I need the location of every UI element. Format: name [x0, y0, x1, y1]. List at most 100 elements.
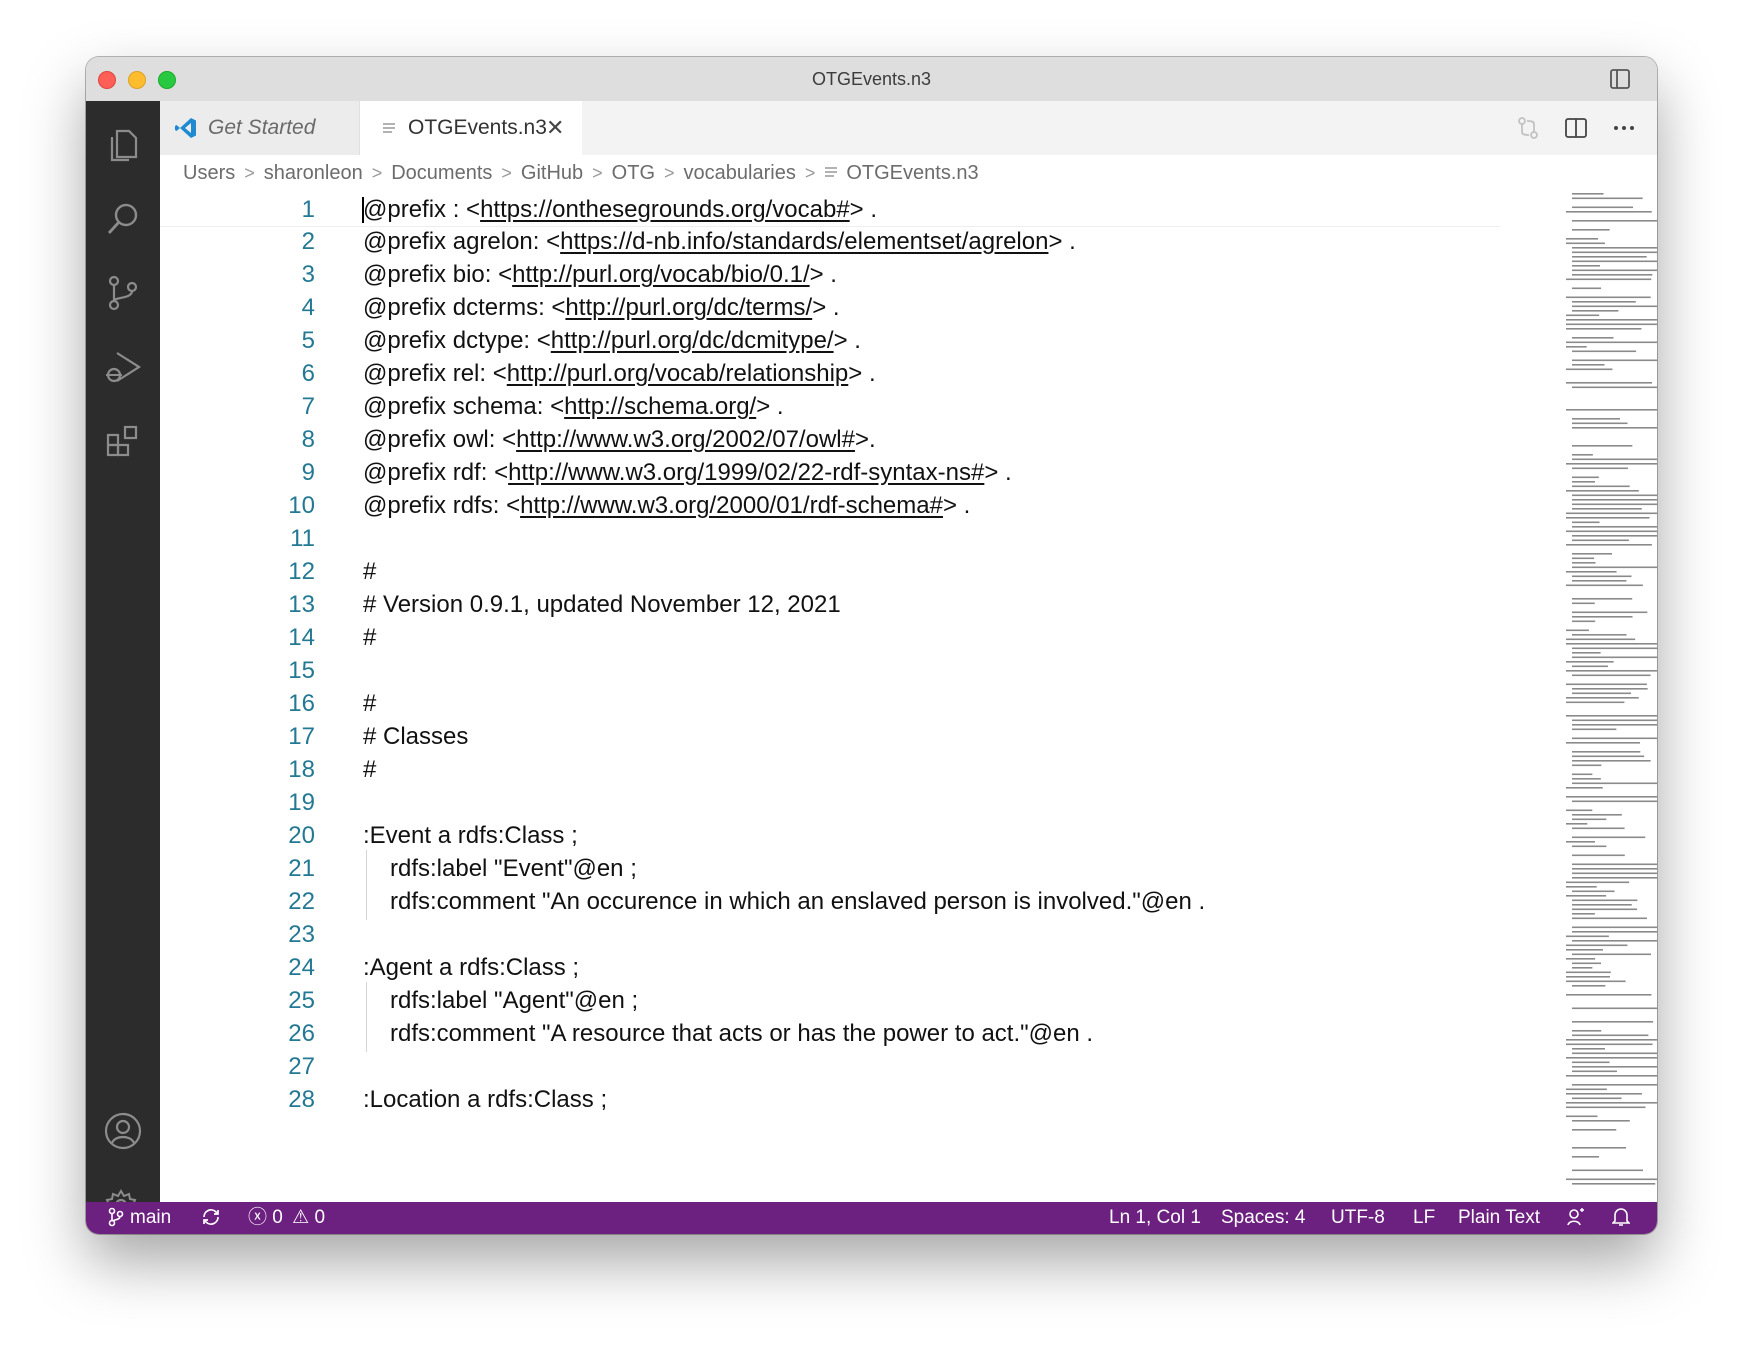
explorer-icon[interactable] — [103, 125, 143, 165]
language-mode-status[interactable]: Plain Text — [1458, 1202, 1540, 1234]
code-link[interactable]: https://onthesegrounds.org/vocab# — [480, 196, 850, 223]
line-number: 21 — [288, 855, 315, 882]
minimap-line — [1566, 670, 1657, 672]
tab-otgevents[interactable]: OTGEvents.n3 ✕ — [360, 101, 582, 155]
code-line[interactable]: 7 @prefix schema: <http://schema.org/> . — [160, 388, 1500, 425]
code-line[interactable]: 12 # — [160, 553, 1500, 590]
line-number: 27 — [288, 1053, 315, 1080]
minimap-line — [1572, 305, 1657, 308]
vscode-logo-icon — [175, 118, 196, 138]
code-line[interactable]: 1 @prefix : <https://onthesegrounds.org/v… — [160, 191, 1500, 227]
minimap-line — [1572, 251, 1657, 254]
minimap-line — [1566, 238, 1599, 240]
code-line[interactable]: 3 @prefix bio: <http://purl.org/vocab/bio… — [160, 256, 1500, 293]
breadcrumb-item[interactable]: vocabularies — [684, 162, 796, 184]
code-line[interactable]: 10 @prefix rdfs: <http://www.w3.org/2000/… — [160, 487, 1500, 524]
minimap-line — [1572, 476, 1599, 479]
code-line[interactable]: 26 rdfs:comment "A resource that acts or … — [160, 1015, 1500, 1052]
code-line[interactable]: 17 # Classes — [160, 718, 1500, 755]
minimap-line — [1572, 458, 1657, 461]
code-link[interactable]: http://www.w3.org/2002/07/owl# — [516, 426, 855, 453]
code-line[interactable]: 6 @prefix rel: <http://purl.org/vocab/rel… — [160, 355, 1500, 392]
code-line[interactable]: 9 @prefix rdf: <http://www.w3.org/1999/02… — [160, 454, 1500, 491]
code-line[interactable]: 14 # — [160, 619, 1500, 656]
problems-status[interactable]: ⓧ 0 ⚠ 0 — [248, 1202, 325, 1234]
split-editor-icon[interactable] — [1563, 115, 1589, 141]
minimap-line — [1566, 697, 1639, 699]
indentation-status[interactable]: Spaces: 4 — [1221, 1202, 1306, 1234]
close-tab-icon[interactable]: ✕ — [546, 101, 564, 155]
minimap-line — [1572, 845, 1607, 848]
sync-icon[interactable] — [200, 1202, 222, 1234]
minimap-line — [1572, 557, 1595, 560]
code-link[interactable]: http://purl.org/vocab/bio/0.1/ — [512, 261, 810, 288]
code-link[interactable]: http://www.w3.org/1999/02/22-rdf-syntax-… — [508, 459, 984, 486]
breadcrumb-item[interactable]: OTG — [612, 162, 655, 184]
line-number: 6 — [301, 360, 315, 387]
code-line[interactable]: 20:Event a rdfs:Class ; — [160, 817, 1500, 854]
code-link[interactable]: http://schema.org/ — [564, 393, 756, 420]
minimap-line — [1572, 940, 1657, 942]
minimap-line — [1572, 854, 1625, 857]
code-line[interactable]: 19 — [160, 784, 1500, 821]
code-link[interactable]: http://purl.org/dc/terms/ — [565, 294, 812, 321]
code-line[interactable]: 24:Agent a rdfs:Class ; — [160, 949, 1500, 986]
minimap[interactable] — [1566, 191, 1657, 1191]
accounts-icon[interactable] — [103, 1111, 143, 1151]
extensions-icon[interactable] — [103, 421, 143, 461]
breadcrumb-item[interactable]: Users — [183, 162, 235, 184]
breadcrumb-item[interactable]: sharonleon — [264, 162, 363, 184]
code-link[interactable]: http://purl.org/vocab/relationship — [507, 360, 849, 387]
code-line[interactable]: 4 @prefix dcterms: <http://purl.org/dc/te… — [160, 289, 1500, 326]
minimap-line — [1572, 1169, 1644, 1172]
minimap-line — [1566, 629, 1589, 632]
encoding-status[interactable]: UTF-8 — [1331, 1202, 1385, 1234]
code-link[interactable]: http://www.w3.org/2000/01/rdf-schema# — [520, 492, 943, 519]
code-link[interactable]: https://d-nb.info/standards/elementset/a… — [560, 228, 1048, 255]
minimap-line — [1572, 427, 1657, 429]
code-editor[interactable]: 1 @prefix : <https://onthesegrounds.org/v… — [160, 191, 1657, 1202]
code-line[interactable]: 28:Location a rdfs:Class ; — [160, 1081, 1500, 1118]
code-line[interactable]: 21 rdfs:label "Event"@en ; — [160, 850, 1500, 887]
minimap-line — [1572, 503, 1657, 506]
line-number: 12 — [288, 558, 315, 585]
code-line[interactable]: 2 @prefix agrelon: <https://d-nb.info/sta… — [160, 223, 1500, 260]
minimap-line — [1572, 985, 1606, 987]
breadcrumb-item-file[interactable]: OTGEvents.n3 — [846, 162, 978, 184]
toggle-panel-layout-icon[interactable] — [1609, 68, 1631, 90]
breadcrumb-item[interactable]: GitHub — [521, 162, 583, 184]
search-icon[interactable] — [103, 199, 143, 239]
minimap-line — [1572, 562, 1596, 564]
branch-status[interactable]: main — [108, 1202, 171, 1234]
more-actions-icon[interactable] — [1611, 115, 1637, 141]
run-debug-icon[interactable] — [103, 347, 143, 387]
tab-get-started[interactable]: Get Started — [160, 101, 360, 155]
code-line[interactable]: 25 rdfs:label "Agent"@en ; — [160, 982, 1500, 1019]
eol-status[interactable]: LF — [1413, 1202, 1435, 1234]
code-text: :Event a rdfs:Class ; — [363, 822, 578, 849]
code-line[interactable]: 13 # Version 0.9.1, updated November 12, … — [160, 586, 1500, 623]
breadcrumb-item[interactable]: Documents — [391, 162, 492, 184]
code-line[interactable]: 27 — [160, 1048, 1500, 1085]
open-changes-icon[interactable] — [1515, 115, 1541, 141]
code-line[interactable]: 16 # — [160, 685, 1500, 722]
source-control-icon[interactable] — [103, 273, 143, 313]
breadcrumb-separator-icon: > — [371, 163, 383, 183]
minimap-line — [1572, 908, 1638, 911]
feedback-icon[interactable] — [1566, 1202, 1586, 1234]
minimap-line — [1572, 904, 1632, 906]
code-line[interactable]: 15 — [160, 652, 1500, 689]
code-line[interactable]: 11 — [160, 520, 1500, 557]
line-number: 18 — [288, 756, 315, 783]
minimap-line — [1572, 508, 1642, 510]
notifications-bell-icon[interactable] — [1611, 1202, 1631, 1234]
code-line[interactable]: 23 — [160, 916, 1500, 953]
code-text: :Agent a rdfs:Class ; — [363, 954, 580, 981]
code-line[interactable]: 8 @prefix owl: <http://www.w3.org/2002/07… — [160, 421, 1500, 458]
cursor-position[interactable]: Ln 1, Col 1 — [1109, 1202, 1201, 1234]
code-line[interactable]: 18 # — [160, 751, 1500, 788]
code-line[interactable]: 22 rdfs:comment "An occurence in which an… — [160, 883, 1500, 920]
minimap-line — [1572, 931, 1657, 933]
code-link[interactable]: http://purl.org/dc/dcmitype/ — [551, 327, 834, 354]
code-line[interactable]: 5 @prefix dctype: <http://purl.org/dc/dcm… — [160, 322, 1500, 359]
